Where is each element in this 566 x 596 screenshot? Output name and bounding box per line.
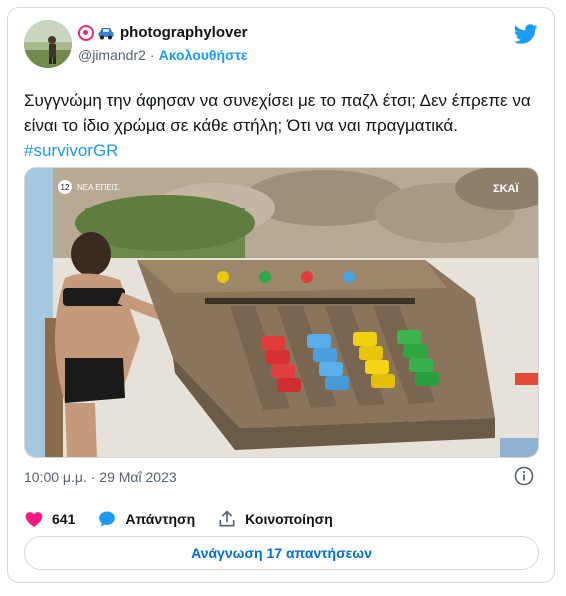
like-count: 641: [52, 511, 76, 527]
tweet-card: photographylover @jimandr2 · Ακολουθήστε…: [7, 7, 555, 583]
share-icon: [219, 510, 235, 527]
info-icon[interactable]: [514, 466, 534, 486]
tweet-body: Συγγνώμη την άφησαν να συνεχίσει με το π…: [24, 91, 531, 135]
read-replies-button[interactable]: Ανάγνωση 17 απαντήσεων: [24, 536, 539, 570]
follow-button[interactable]: Ακολουθήστε: [159, 47, 248, 63]
media-corner-text: ΝΕΑ ΕΠΕΙΣ.: [77, 183, 121, 192]
reply-label: Απάντηση: [125, 511, 196, 527]
share-button[interactable]: Κοινοποίηση: [217, 509, 333, 529]
reply-button[interactable]: Απάντηση: [97, 509, 195, 529]
tweet-text: Συγγνώμη την άφησαν να συνεχίσει με το π…: [24, 88, 536, 163]
author-display-name[interactable]: photographylover: [120, 24, 248, 41]
heart-icon: [25, 512, 43, 527]
author-name-row[interactable]: photographylover: [78, 24, 248, 41]
read-replies-label: Ανάγνωση 17 απαντήσεων: [191, 545, 372, 561]
separator-dot: ·: [149, 47, 155, 63]
author-handle[interactable]: @jimandr2: [78, 47, 146, 63]
media-badge: 12: [61, 183, 70, 192]
car-icon: [98, 27, 114, 39]
channel-logo: ΣΚΑΪ: [493, 182, 519, 195]
reply-bubble-icon: [99, 511, 116, 527]
share-label: Κοινοποίηση: [245, 511, 333, 527]
like-button[interactable]: 641: [24, 509, 75, 529]
instagram-icon: [78, 24, 94, 41]
twitter-bird-icon[interactable]: [514, 22, 538, 46]
media-illustration: 12 ΝΕΑ ΕΠΕΙΣ. ΣΚΑΪ: [25, 168, 538, 457]
tweet-actions: 641 Απάντηση Κοινοποίηση: [24, 509, 333, 529]
avatar[interactable]: [24, 20, 72, 68]
tweet-timestamp[interactable]: 10:00 μ.μ. · 29 Μαΐ 2023: [24, 469, 177, 485]
hashtag-link[interactable]: #survivorGR: [24, 141, 118, 160]
tweet-media-image[interactable]: 12 ΝΕΑ ΕΠΕΙΣ. ΣΚΑΪ: [24, 167, 539, 458]
handle-row: @jimandr2 · Ακολουθήστε: [78, 47, 248, 63]
